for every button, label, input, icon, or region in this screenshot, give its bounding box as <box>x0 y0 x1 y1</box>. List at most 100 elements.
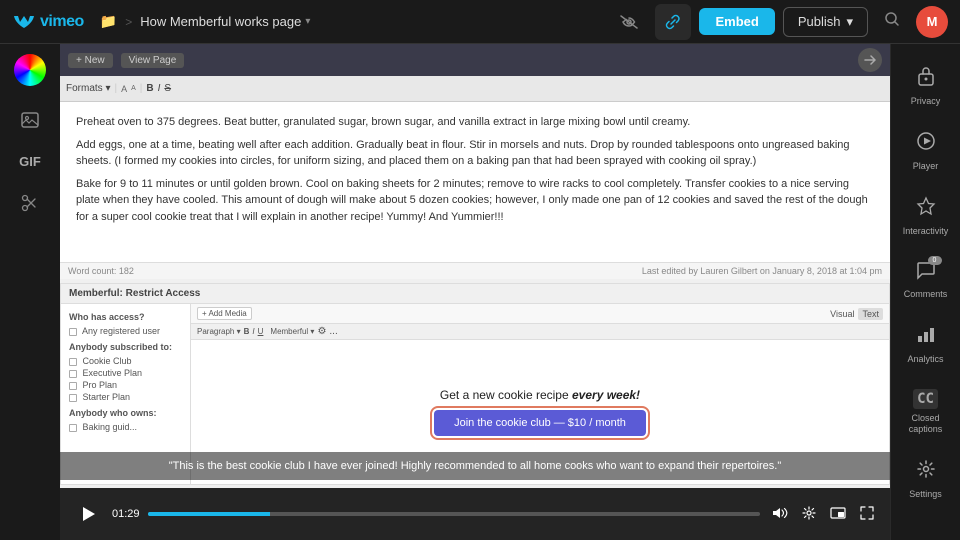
promo-title: Get a new cookie recipe every week! <box>440 388 640 402</box>
sidebar-item-settings[interactable]: Settings <box>891 449 960 510</box>
italic-btn[interactable]: I <box>158 83 161 94</box>
left-sidebar: GIF <box>0 44 60 540</box>
cookie-club-option[interactable]: Cookie Club <box>69 356 182 366</box>
sidebar-item-closed-captions[interactable]: CC Closed captions <box>891 379 960 445</box>
join-cookie-club-button[interactable]: Join the cookie club — $10 / month <box>434 410 646 436</box>
comments-label: Comments <box>904 289 948 300</box>
starter-plan-checkbox[interactable] <box>69 394 77 402</box>
sidebar-item-analytics[interactable]: Analytics <box>891 314 960 375</box>
more-icon[interactable]: ... <box>329 326 337 337</box>
owns-label: Anybody who owns: <box>69 408 182 418</box>
privacy-label: Privacy <box>911 96 941 107</box>
folder-icon[interactable]: 📁 <box>100 13 117 30</box>
link-button[interactable] <box>655 4 691 40</box>
fullscreen-button[interactable] <box>856 504 878 525</box>
text-tab[interactable]: Text <box>858 308 883 320</box>
underline-btn-2[interactable]: U <box>258 327 264 336</box>
settings-label: Settings <box>909 489 942 500</box>
pro-plan-checkbox[interactable] <box>69 382 77 390</box>
visibility-toggle-button[interactable] <box>611 4 647 40</box>
paragraph-dropdown[interactable]: Paragraph ▾ <box>197 327 241 336</box>
sidebar-item-player[interactable]: Player <box>891 121 960 182</box>
bold-btn-2[interactable]: B <box>244 327 250 336</box>
cookie-club-checkbox[interactable] <box>69 358 77 366</box>
bold-btn[interactable]: B <box>146 83 153 94</box>
gear-icon-2[interactable]: ⚙ <box>317 326 326 337</box>
sidebar-item-privacy[interactable]: Privacy <box>891 54 960 117</box>
vimeo-logo[interactable]: vimeo <box>12 13 84 31</box>
settings-icon <box>916 459 936 485</box>
content-paragraph-1: Preheat oven to 375 degrees. Beat butter… <box>76 114 874 131</box>
editor-footer: Word count: 182 Last edited by Lauren Gi… <box>60 262 890 279</box>
restrict-access-header: Memberful: Restrict Access <box>61 284 889 304</box>
interactivity-label: Interactivity <box>903 226 949 237</box>
baking-guide-option[interactable]: Baking guid... <box>69 422 182 432</box>
font-size-small-btn[interactable]: A <box>131 85 136 92</box>
privacy-icon <box>916 64 936 92</box>
analytics-label: Analytics <box>907 354 943 365</box>
player-label: Player <box>913 161 939 172</box>
closed-captions-icon: CC <box>913 389 938 409</box>
breadcrumb-dropdown-icon: ▾ <box>305 16 310 27</box>
embed-button[interactable]: Embed <box>699 8 774 35</box>
image-icon[interactable] <box>12 102 48 138</box>
pip-button[interactable] <box>826 504 850 524</box>
editor-topbar: + New View Page <box>60 44 890 76</box>
executive-plan-option[interactable]: Executive Plan <box>69 368 182 378</box>
formats-dropdown[interactable]: Formats ▾ <box>66 83 110 94</box>
view-page-button[interactable]: View Page <box>121 53 185 68</box>
video-player-bar: 01:29 <box>60 488 890 540</box>
baking-guide-checkbox[interactable] <box>69 424 77 432</box>
starter-plan-option[interactable]: Starter Plan <box>69 392 182 402</box>
restrict-format-toolbar: Paragraph ▾ B I U Memberful ▾ ⚙ ... <box>191 324 889 340</box>
time-display: 01:29 <box>112 508 140 520</box>
color-wheel-icon[interactable] <box>14 54 46 86</box>
restrict-right-toolbar: + Add Media Visual Text <box>191 304 889 324</box>
add-media-button[interactable]: + Add Media <box>197 307 252 320</box>
memberful-dropdown[interactable]: Memberful ▾ <box>270 327 314 336</box>
pro-plan-option[interactable]: Pro Plan <box>69 380 182 390</box>
gif-icon[interactable]: GIF <box>19 154 41 169</box>
progress-bar[interactable] <box>148 512 760 516</box>
any-registered-checkbox[interactable] <box>69 328 77 336</box>
italic-btn-2[interactable]: I <box>252 327 254 336</box>
interactivity-icon <box>916 196 936 222</box>
executive-plan-checkbox[interactable] <box>69 370 77 378</box>
content-area: + New View Page Formats ▾ | A A | B <box>60 44 890 540</box>
sidebar-item-comments[interactable]: 0 Comments <box>891 250 960 310</box>
who-has-access-label: Who has access? <box>69 312 182 322</box>
progress-bar-fill <box>148 512 270 516</box>
word-count: Word count: 182 <box>68 266 134 276</box>
publish-dropdown-icon: ▾ <box>846 14 853 30</box>
font-size-btn[interactable]: A <box>121 84 127 94</box>
play-button[interactable] <box>72 498 104 530</box>
closed-captions-label: Closed captions <box>897 413 954 435</box>
volume-button[interactable] <box>768 504 792 525</box>
topbar: vimeo 📁 > How Memberful works page ▾ Emb… <box>0 0 960 44</box>
editor-content-area: Preheat oven to 375 degrees. Beat butter… <box>60 102 890 262</box>
any-registered-user-option[interactable]: Any registered user <box>69 326 182 336</box>
last-edited: Last edited by Lauren Gilbert on January… <box>642 266 882 276</box>
scissors-icon[interactable] <box>12 185 48 221</box>
breadcrumb-separator: > <box>125 15 132 29</box>
publish-button[interactable]: Publish ▾ <box>783 7 868 37</box>
comments-badge: 0 <box>928 256 942 265</box>
search-button[interactable] <box>876 7 908 36</box>
strikethrough-btn[interactable]: S <box>164 83 171 94</box>
editor-screenshot: + New View Page Formats ▾ | A A | B <box>60 44 890 540</box>
transcript-overlay: "This is the best cookie club I have eve… <box>60 452 890 480</box>
content-paragraph-2: Add eggs, one at a time, beating well af… <box>76 137 874 170</box>
sidebar-item-interactivity[interactable]: Interactivity <box>891 186 960 247</box>
settings-button[interactable] <box>798 504 820 525</box>
visual-tab[interactable]: Visual <box>830 309 854 319</box>
avatar[interactable]: M <box>916 6 948 38</box>
right-sidebar: Privacy Player Interact <box>890 44 960 540</box>
new-button[interactable]: + New <box>68 53 113 68</box>
subscribed-to-label: Anybody subscribed to: <box>69 342 182 352</box>
editor-toolbar: Formats ▾ | A A | B I S <box>60 76 890 102</box>
video-controls-right <box>768 504 878 525</box>
send-icon[interactable] <box>858 48 882 72</box>
comments-badge-container: 0 <box>916 260 936 285</box>
breadcrumb-title[interactable]: How Memberful works page ▾ <box>140 14 310 29</box>
content-paragraph-3: Bake for 9 to 11 minutes or until golden… <box>76 176 874 226</box>
